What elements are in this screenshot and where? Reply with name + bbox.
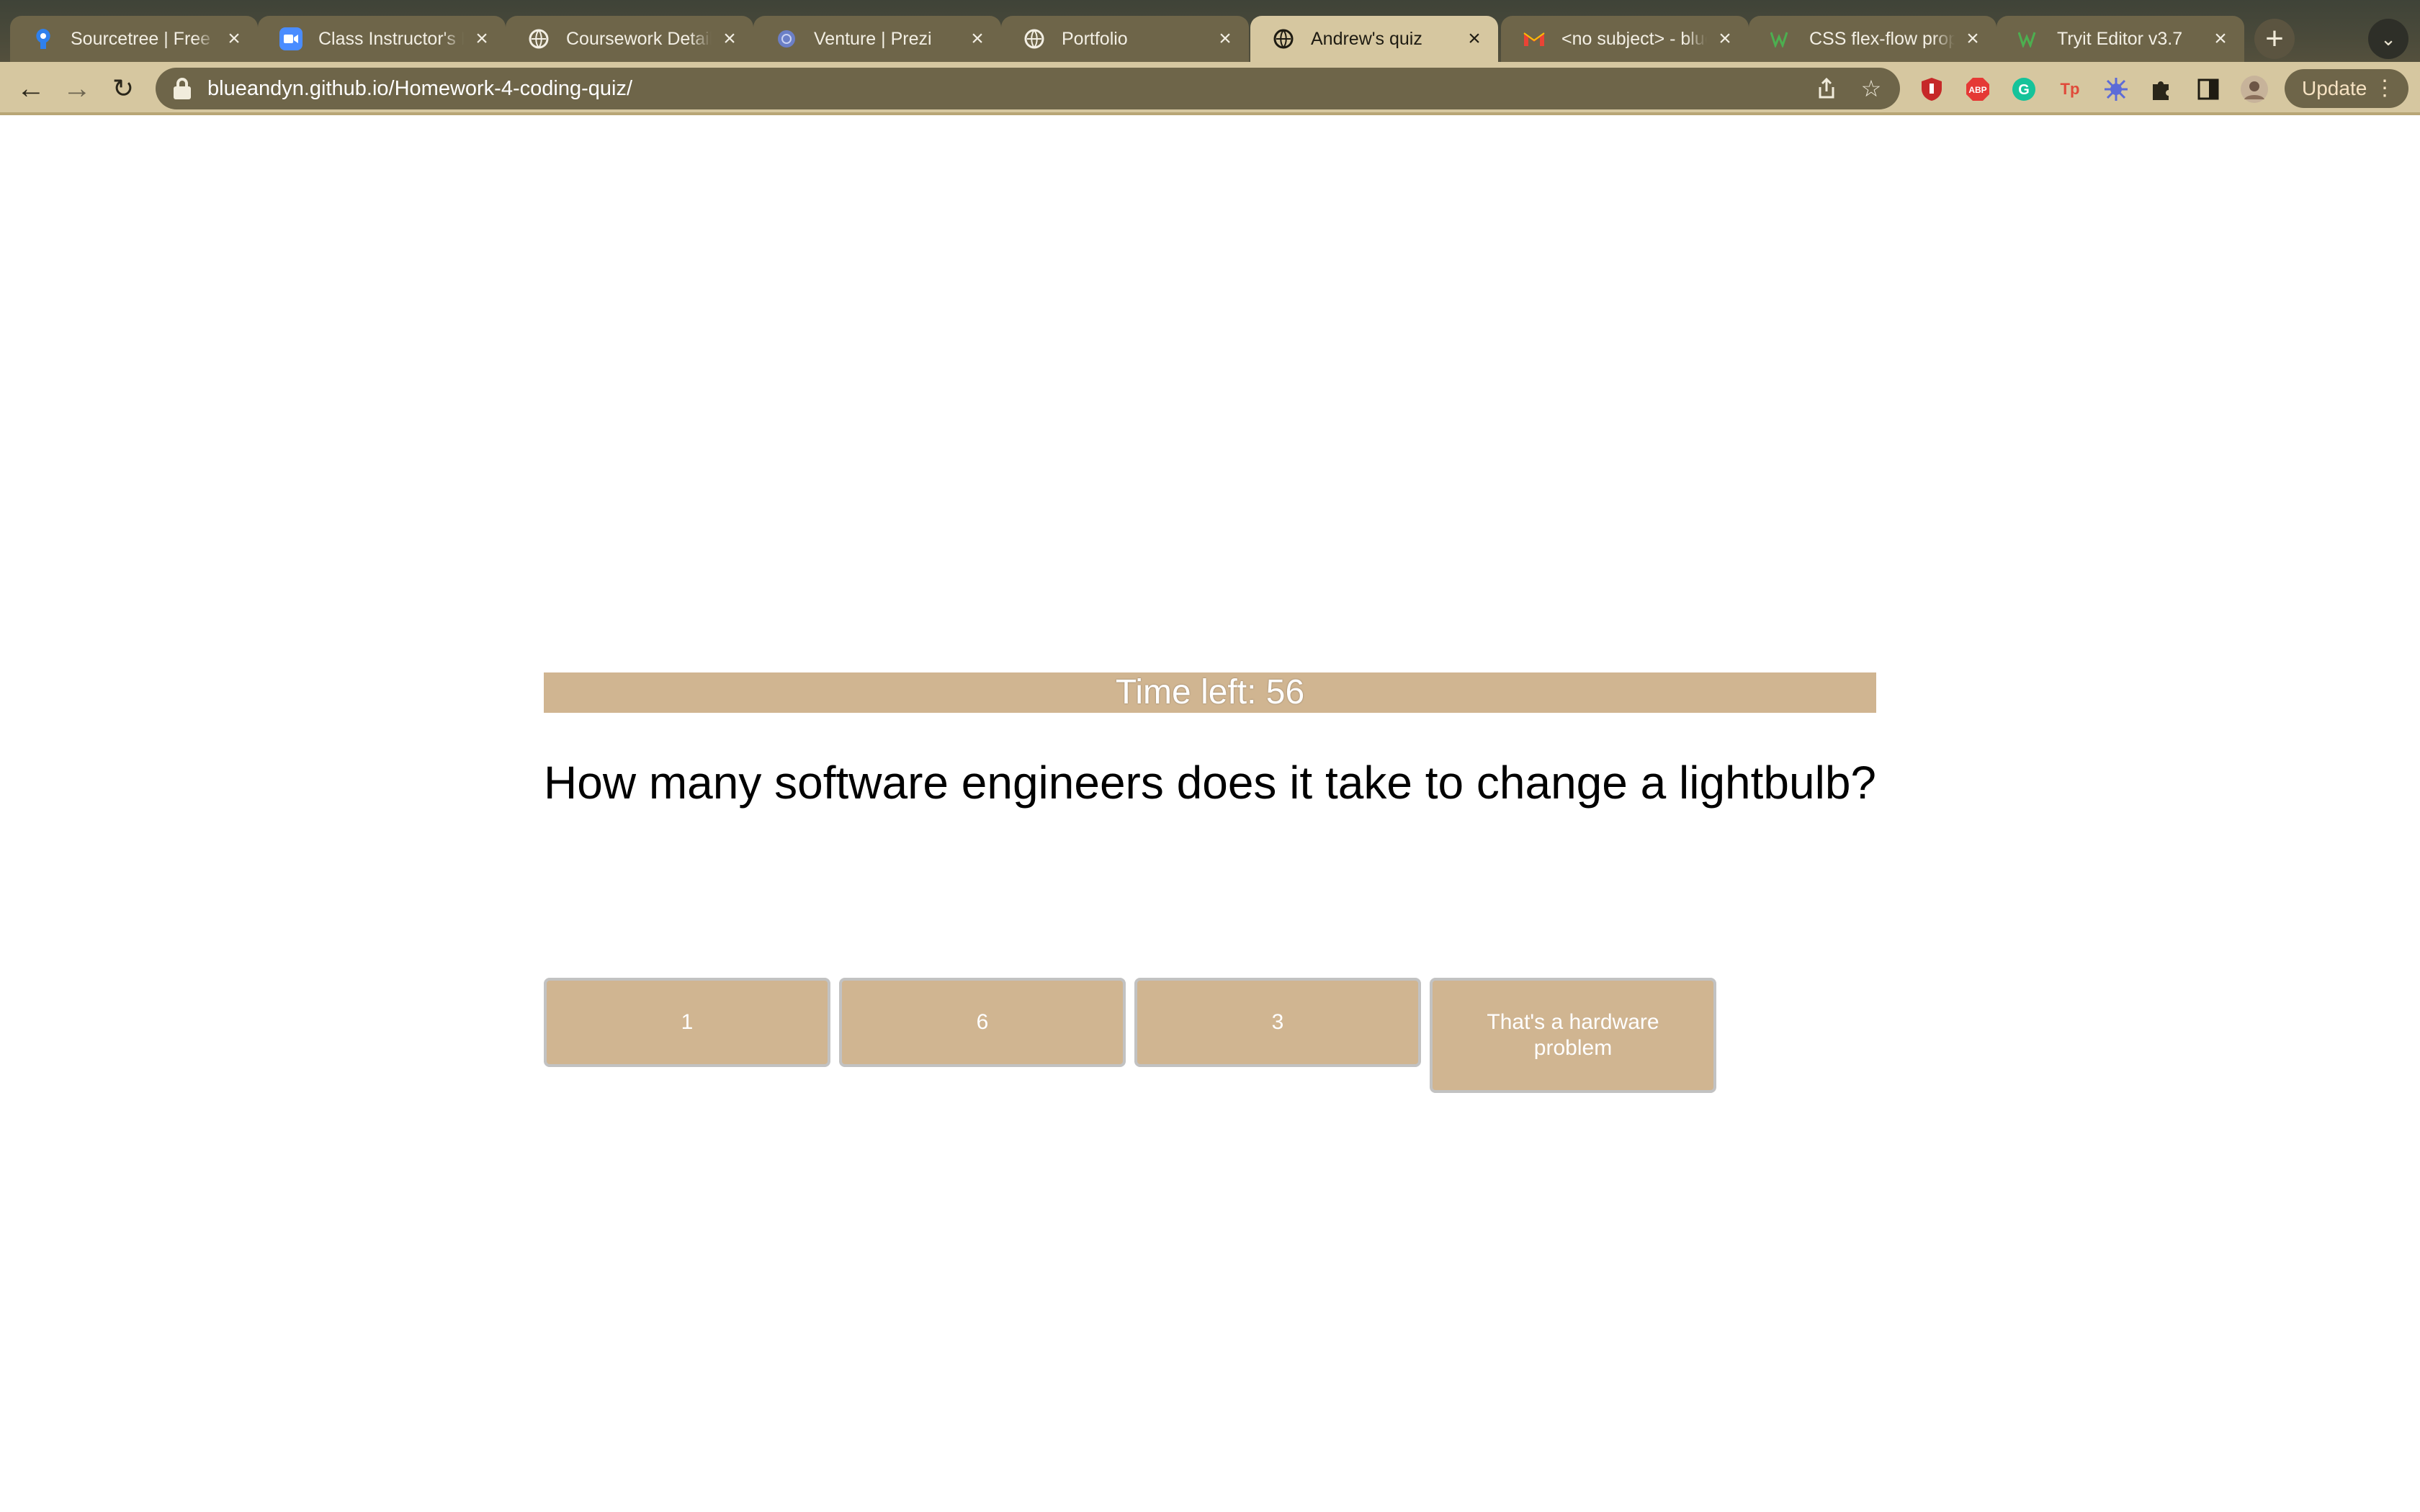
more-menu-icon[interactable]: ⋮ — [2374, 76, 2396, 101]
new-tab-button[interactable]: + — [2254, 19, 2295, 59]
tab-title: Coursework Detail — [566, 28, 712, 49]
close-icon[interactable]: × — [1962, 28, 1984, 50]
close-icon[interactable]: × — [719, 28, 740, 50]
answer-button-hardware-problem[interactable]: That's a hardware problem — [1430, 978, 1716, 1093]
reload-icon[interactable]: ↻ — [104, 69, 143, 108]
tab-sourcetree[interactable]: Sourcetree | Free G × — [10, 16, 258, 62]
update-label: Update — [2302, 77, 2367, 99]
tab-class-instructor[interactable]: Class Instructor's R × — [258, 16, 506, 62]
lock-icon — [173, 78, 192, 99]
close-icon[interactable]: × — [1714, 28, 1736, 50]
w3schools-icon — [1770, 27, 1793, 50]
side-panel-icon[interactable] — [2194, 75, 2223, 104]
w3schools-icon — [2018, 27, 2041, 50]
tab-title: Class Instructor's R — [318, 28, 464, 49]
browser-chrome: Sourcetree | Free G × Class Instructor's… — [0, 0, 2420, 115]
tab-title: Venture | Prezi — [814, 28, 932, 49]
tp-icon[interactable]: Tp — [2056, 75, 2084, 104]
url-text: blueandyn.github.io/Homework-4-coding-qu… — [207, 76, 632, 100]
tab-title: Sourcetree | Free G — [71, 28, 216, 49]
answer-button-3[interactable]: 3 — [1134, 978, 1421, 1067]
tab-strip: Sourcetree | Free G × Class Instructor's… — [0, 0, 2420, 62]
extension-star-icon[interactable] — [2102, 75, 2130, 104]
ublock-icon[interactable] — [1917, 75, 1946, 104]
tab-coursework[interactable]: Coursework Detail × — [506, 16, 753, 62]
tab-title: Portfolio — [1062, 28, 1128, 49]
zoom-icon — [279, 27, 302, 50]
timer-bar: Time left: 56 — [544, 672, 1876, 713]
tab-gmail[interactable]: <no subject> - blue × — [1501, 16, 1749, 62]
tab-title: CSS flex-flow prop — [1809, 28, 1955, 49]
share-icon[interactable] — [1812, 74, 1841, 103]
close-icon[interactable]: × — [1214, 28, 1236, 50]
tab-search-button[interactable]: ⌄ — [2368, 19, 2408, 59]
close-icon[interactable]: × — [1464, 28, 1485, 50]
question-text: How many software engineers does it take… — [544, 757, 1876, 809]
puzzle-icon[interactable] — [2148, 75, 2177, 104]
svg-text:ABP: ABP — [1968, 85, 1986, 95]
tab-portfolio[interactable]: Portfolio × — [1001, 16, 1249, 62]
back-arrow-icon[interactable]: ← — [12, 69, 50, 108]
sourcetree-icon — [32, 27, 55, 50]
close-icon[interactable]: × — [2210, 28, 2231, 50]
star-bookmark-icon[interactable]: ☆ — [1857, 74, 1886, 103]
page-viewport: Time left: 56 How many software engineer… — [0, 115, 2420, 1512]
close-icon[interactable]: × — [471, 28, 493, 50]
address-bar[interactable]: blueandyn.github.io/Homework-4-coding-qu… — [156, 68, 1900, 109]
grammarly-icon[interactable]: G — [2009, 75, 2038, 104]
close-icon[interactable]: × — [967, 28, 988, 50]
answer-button-6[interactable]: 6 — [839, 978, 1126, 1067]
svg-text:G: G — [2018, 82, 2030, 98]
tab-prezi[interactable]: Venture | Prezi × — [753, 16, 1001, 62]
tab-tryit-editor[interactable]: Tryit Editor v3.7 × — [1996, 16, 2244, 62]
gmail-icon — [1523, 27, 1546, 50]
adblock-plus-icon[interactable]: ABP — [1963, 75, 1992, 104]
prezi-icon — [775, 27, 798, 50]
tab-title: Tryit Editor v3.7 — [2057, 28, 2183, 49]
globe-icon — [1023, 27, 1046, 50]
update-button[interactable]: Update ⋮ — [2285, 69, 2408, 108]
globe-icon — [527, 27, 550, 50]
tab-title: Andrew's quiz — [1311, 28, 1422, 49]
tab-andrews-quiz[interactable]: Andrew's quiz × — [1250, 16, 1498, 62]
close-icon[interactable]: × — [223, 28, 245, 50]
answer-button-1[interactable]: 1 — [544, 978, 830, 1067]
answer-list: 1 6 3 That's a hardware problem — [544, 978, 1716, 1093]
globe-icon — [1272, 27, 1295, 50]
tab-css-flex-flow[interactable]: CSS flex-flow prop × — [1749, 16, 1996, 62]
forward-arrow-icon[interactable]: → — [58, 69, 97, 108]
profile-avatar-icon[interactable] — [2240, 75, 2269, 104]
tab-title: <no subject> - blue — [1561, 28, 1707, 49]
